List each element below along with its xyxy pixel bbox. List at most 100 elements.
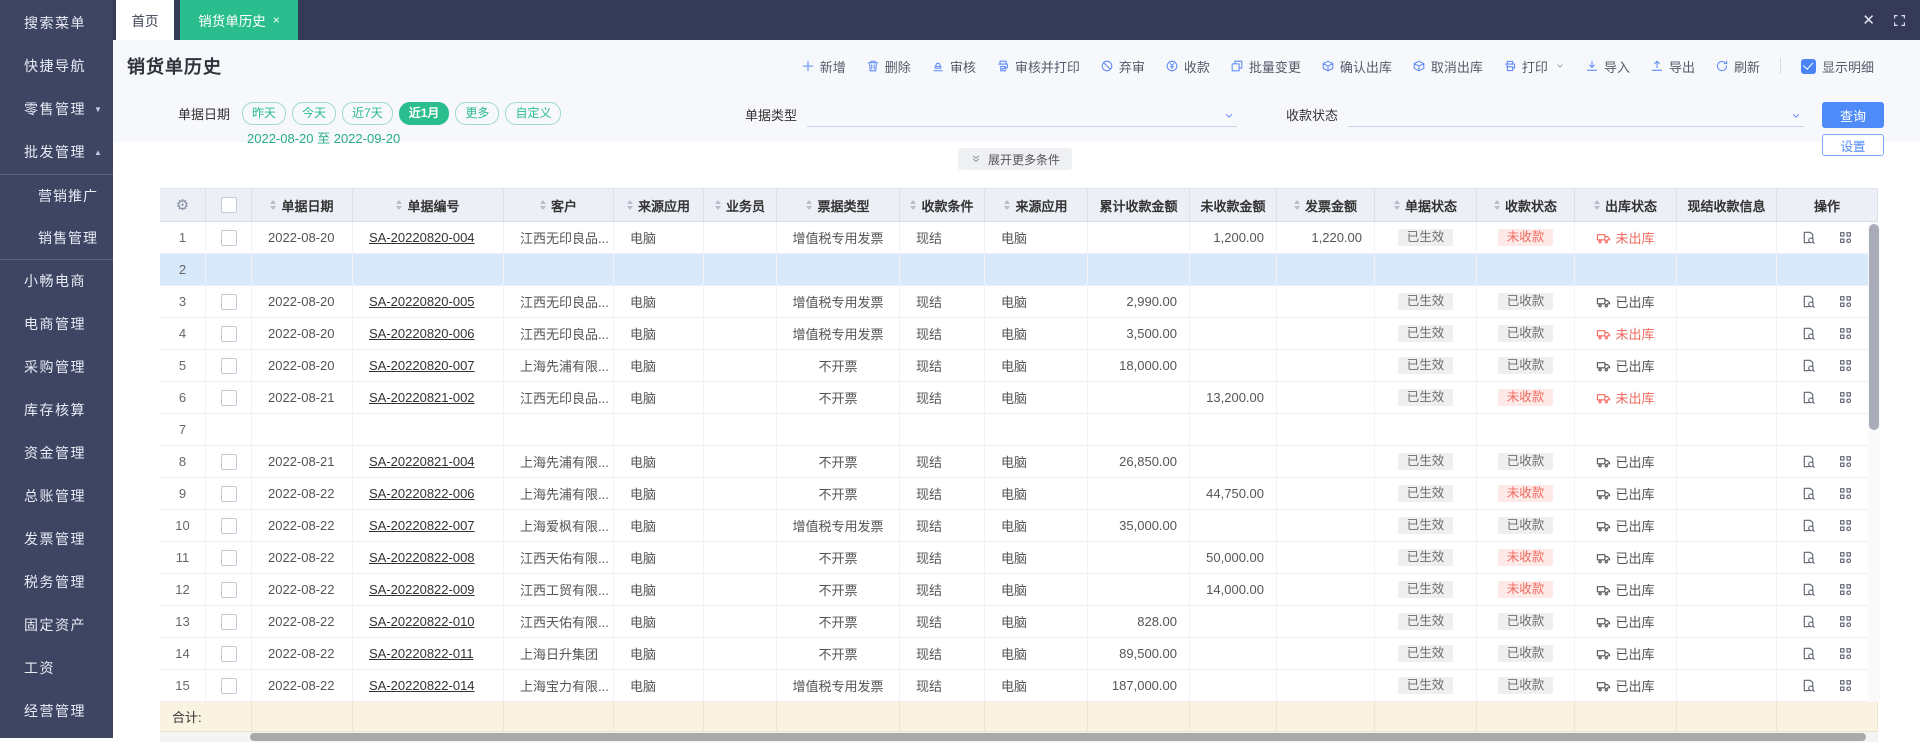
sidebar-item[interactable]: 快捷导航 bbox=[0, 45, 113, 88]
payment-status-select[interactable]: 收款状态 bbox=[1286, 104, 1805, 127]
order-code-link[interactable]: SA-20220822-014 bbox=[369, 678, 475, 693]
grid-icon[interactable] bbox=[1838, 646, 1853, 661]
select-all-checkbox[interactable] bbox=[220, 197, 237, 213]
toolbar-button-plus[interactable]: 新增 bbox=[801, 57, 846, 76]
table-row[interactable]: 9 2022-08-22 SA-20220822-006 上海先浦有限... 电脑 不开票… bbox=[160, 478, 1878, 510]
order-code-link[interactable]: SA-20220821-002 bbox=[369, 390, 475, 405]
doc-search-icon[interactable] bbox=[1801, 230, 1816, 245]
grid-icon[interactable] bbox=[1838, 518, 1853, 533]
grid-icon[interactable] bbox=[1838, 326, 1853, 341]
toolbar-button-print[interactable]: 打印 bbox=[1503, 57, 1565, 76]
tab-sales-history[interactable]: 销货单历史 × bbox=[180, 0, 298, 40]
close-icon[interactable]: ✕ bbox=[1862, 11, 1875, 29]
toolbar-button-discard[interactable]: 弃审 bbox=[1100, 57, 1145, 76]
doc-search-icon[interactable] bbox=[1801, 326, 1816, 341]
sidebar-item[interactable]: 发票管理 bbox=[0, 518, 113, 561]
sidebar-item[interactable]: 库存核算 bbox=[0, 389, 113, 432]
row-checkbox[interactable] bbox=[220, 485, 237, 502]
date-pill[interactable]: 近1月 bbox=[398, 102, 450, 125]
table-row[interactable]: 13 2022-08-22 SA-20220822-010 江西天佑有限... 电脑 不开… bbox=[160, 606, 1878, 638]
table-row[interactable]: 4 2022-08-20 SA-20220820-006 江西无印良品... 电脑 增值税… bbox=[160, 318, 1878, 350]
doc-type-select[interactable]: 单据类型 bbox=[745, 104, 1238, 127]
tab-close-icon[interactable]: × bbox=[273, 13, 280, 27]
order-code-link[interactable]: SA-20220822-011 bbox=[369, 646, 474, 661]
row-checkbox[interactable] bbox=[220, 357, 237, 374]
toolbar-button-import[interactable]: 导入 bbox=[1585, 57, 1630, 76]
date-pill[interactable]: 近7天 bbox=[342, 102, 393, 125]
toolbar-button-refresh[interactable]: 刷新 bbox=[1715, 57, 1760, 76]
row-checkbox[interactable] bbox=[220, 389, 237, 406]
grid-icon[interactable] bbox=[1838, 294, 1853, 309]
row-checkbox[interactable] bbox=[220, 549, 237, 566]
table-row[interactable]: 10 2022-08-22 SA-20220822-007 上海爱枫有限... 电脑 增值… bbox=[160, 510, 1878, 542]
horizontal-scrollbar-thumb[interactable] bbox=[250, 733, 1866, 741]
vertical-scrollbar-thumb[interactable] bbox=[1869, 224, 1879, 430]
grid-icon[interactable] bbox=[1838, 678, 1853, 693]
order-code-link[interactable]: SA-20220820-007 bbox=[369, 358, 475, 373]
toolbar-button-export[interactable]: 导出 bbox=[1650, 57, 1695, 76]
column-header-received[interactable]: 累计收款金额 bbox=[1088, 189, 1190, 221]
sidebar-item[interactable]: 批发管理 ▲ bbox=[0, 131, 113, 174]
row-checkbox[interactable] bbox=[220, 517, 237, 534]
gear-icon[interactable]: ⚙ bbox=[176, 196, 189, 214]
doc-search-icon[interactable] bbox=[1801, 550, 1816, 565]
sidebar-item[interactable]: 零售管理 ▼ bbox=[0, 88, 113, 131]
table-row[interactable]: 14 2022-08-22 SA-20220822-011 上海日升集团 电脑 不开票 现结… bbox=[160, 638, 1878, 670]
row-checkbox[interactable] bbox=[220, 645, 237, 662]
table-row[interactable]: 11 2022-08-22 SA-20220822-008 江西天佑有限... 电脑 不开… bbox=[160, 542, 1878, 574]
sidebar-item[interactable]: 销售管理 bbox=[0, 217, 113, 260]
sidebar-item[interactable]: 税务管理 bbox=[0, 561, 113, 604]
row-checkbox[interactable] bbox=[220, 325, 237, 342]
grid-icon[interactable] bbox=[1838, 358, 1853, 373]
doc-search-icon[interactable] bbox=[1801, 646, 1816, 661]
table-row[interactable]: 5 2022-08-20 SA-20220820-007 上海先浦有限... 电脑 不开票… bbox=[160, 350, 1878, 382]
grid-icon[interactable] bbox=[1838, 582, 1853, 597]
column-header-doc_status[interactable]: 单据状态 bbox=[1375, 189, 1477, 221]
grid-icon[interactable] bbox=[1838, 230, 1853, 245]
order-code-link[interactable]: SA-20220822-008 bbox=[369, 550, 475, 565]
settings-button[interactable]: 设置 bbox=[1822, 134, 1884, 156]
grid-icon[interactable] bbox=[1838, 390, 1853, 405]
date-pill[interactable]: 昨天 bbox=[242, 102, 287, 125]
sidebar-item[interactable]: 电商管理 bbox=[0, 303, 113, 346]
sidebar-item[interactable]: 固定资产 bbox=[0, 604, 113, 647]
column-header-code[interactable]: 单据编号 bbox=[353, 189, 504, 221]
column-header-pay_cond[interactable]: 收款条件 bbox=[900, 189, 985, 221]
column-header-ops[interactable]: 操作 bbox=[1777, 189, 1878, 221]
column-header-source2[interactable]: 来源应用 bbox=[985, 189, 1088, 221]
row-checkbox[interactable] bbox=[220, 293, 237, 310]
order-code-link[interactable]: SA-20220822-007 bbox=[369, 518, 475, 533]
row-checkbox[interactable] bbox=[220, 581, 237, 598]
column-header-customer[interactable]: 客户 bbox=[504, 189, 614, 221]
table-row[interactable]: 3 2022-08-20 SA-20220820-005 江西无印良品... 电脑 增值税… bbox=[160, 286, 1878, 318]
row-checkbox[interactable] bbox=[220, 613, 237, 630]
doc-search-icon[interactable] bbox=[1801, 358, 1816, 373]
expand-more-conditions[interactable]: 展开更多条件 bbox=[958, 148, 1073, 170]
toolbar-button-audit[interactable]: 审核 bbox=[931, 57, 976, 76]
column-header-out_status[interactable]: 出库状态 bbox=[1575, 189, 1677, 221]
order-code-link[interactable]: SA-20220820-004 bbox=[369, 230, 475, 245]
column-header-bill_type[interactable]: 票据类型 bbox=[777, 189, 900, 221]
row-checkbox[interactable] bbox=[220, 453, 237, 470]
table-row[interactable]: 15 2022-08-22 SA-20220822-014 上海宝力有限... 电脑 增值… bbox=[160, 670, 1878, 702]
date-pill[interactable]: 今天 bbox=[292, 102, 337, 125]
column-header-salesman[interactable]: 业务员 bbox=[704, 189, 777, 221]
doc-search-icon[interactable] bbox=[1801, 518, 1816, 533]
query-button[interactable]: 查询 bbox=[1822, 102, 1884, 128]
order-code-link[interactable]: SA-20220822-009 bbox=[369, 582, 475, 597]
grid-icon[interactable] bbox=[1838, 454, 1853, 469]
date-pill[interactable]: 更多 bbox=[455, 102, 500, 125]
order-code-link[interactable]: SA-20220822-006 bbox=[369, 486, 475, 501]
show-detail-toggle[interactable]: 显示明细 bbox=[1800, 57, 1874, 76]
column-header-source[interactable]: 来源应用 bbox=[614, 189, 704, 221]
column-header-invoice[interactable]: 发票金额 bbox=[1277, 189, 1375, 221]
toolbar-button-trash[interactable]: 删除 bbox=[866, 57, 911, 76]
table-row[interactable]: 7 bbox=[160, 414, 1878, 446]
toolbar-button-collect[interactable]: 收款 bbox=[1165, 57, 1210, 76]
doc-search-icon[interactable] bbox=[1801, 582, 1816, 597]
sidebar-item[interactable]: 工资 bbox=[0, 647, 113, 690]
table-row[interactable]: 1 2022-08-20 SA-20220820-004 江西无印良品... 电脑 增值税… bbox=[160, 222, 1878, 254]
doc-search-icon[interactable] bbox=[1801, 678, 1816, 693]
doc-search-icon[interactable] bbox=[1801, 294, 1816, 309]
table-row[interactable]: 6 2022-08-21 SA-20220821-002 江西无印良品... 电脑 不开票… bbox=[160, 382, 1878, 414]
